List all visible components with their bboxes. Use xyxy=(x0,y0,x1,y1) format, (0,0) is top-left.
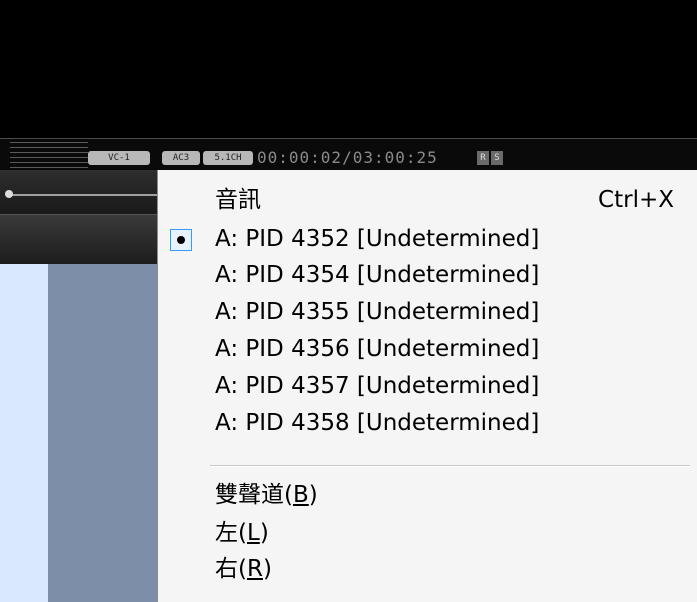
menu-item-stereo-label: 雙聲道(B) xyxy=(215,482,318,508)
menu-item-left[interactable]: 左(L) xyxy=(158,516,697,552)
control-bar xyxy=(0,214,157,265)
track-label: A: PID 4356 [Undetermined] xyxy=(215,336,540,362)
s-indicator: S xyxy=(491,151,503,165)
menu-item-right[interactable]: 右(R) xyxy=(158,552,697,588)
menu-item-left-label: 左(L) xyxy=(215,520,269,546)
track-label: A: PID 4355 [Undetermined] xyxy=(215,299,540,325)
menu-item-right-label: 右(R) xyxy=(215,556,272,582)
drag-grip[interactable] xyxy=(10,142,88,170)
track-label: A: PID 4357 [Undetermined] xyxy=(215,373,540,399)
menu-item-audio-label: 音訊 xyxy=(215,187,261,213)
audio-codec-badge: AC3 xyxy=(162,151,200,165)
menu-item-track-4358[interactable]: A: PID 4358 [Undetermined] xyxy=(158,406,697,442)
menu-item-stereo[interactable]: 雙聲道(B) xyxy=(158,478,697,514)
seek-track[interactable] xyxy=(10,194,157,196)
seek-bar-area xyxy=(0,170,157,214)
audio-context-menu: 音訊 Ctrl+X A: PID 4352 [Undetermined] A: … xyxy=(157,170,697,602)
video-codec-badge: VC-1 xyxy=(88,151,150,165)
seek-knob[interactable] xyxy=(5,190,13,198)
menu-item-audio-shortcut: Ctrl+X xyxy=(598,187,674,213)
track-label: A: PID 4352 [Undetermined] xyxy=(215,226,540,252)
menu-item-track-4352[interactable]: A: PID 4352 [Undetermined] xyxy=(158,222,697,258)
menu-item-track-4355[interactable]: A: PID 4355 [Undetermined] xyxy=(158,295,697,331)
menu-item-audio[interactable]: 音訊 Ctrl+X xyxy=(158,183,697,219)
menu-item-track-4356[interactable]: A: PID 4356 [Undetermined] xyxy=(158,332,697,368)
selected-dot-icon xyxy=(177,236,185,244)
channels-badge: 5.1CH xyxy=(203,151,253,165)
playlist-panel xyxy=(48,264,158,602)
time-display: 00:00:02/03:00:25 xyxy=(257,148,438,167)
track-label: A: PID 4354 [Undetermined] xyxy=(215,262,540,288)
track-label: A: PID 4358 [Undetermined] xyxy=(215,410,540,436)
r-indicator: R xyxy=(477,151,489,165)
menu-separator xyxy=(210,465,690,467)
left-panel xyxy=(0,264,48,602)
menu-item-track-4357[interactable]: A: PID 4357 [Undetermined] xyxy=(158,369,697,405)
radio-check-icon xyxy=(170,229,192,251)
video-area[interactable] xyxy=(0,0,697,138)
menu-item-track-4354[interactable]: A: PID 4354 [Undetermined] xyxy=(158,258,697,294)
